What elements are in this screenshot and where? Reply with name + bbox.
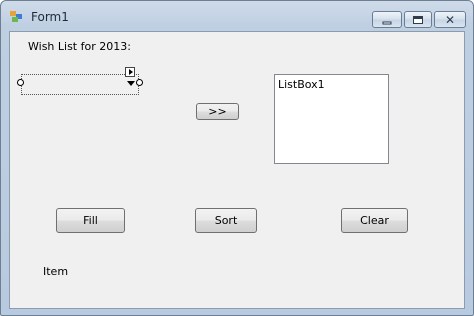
minimize-button[interactable]	[372, 11, 402, 28]
title-bar[interactable]: Form1 ✕	[1, 1, 473, 31]
minimize-icon	[382, 21, 392, 24]
app-icon	[10, 11, 24, 23]
sort-button[interactable]: Sort	[195, 208, 257, 233]
close-button[interactable]: ✕	[434, 11, 466, 28]
smart-tag-arrow-icon[interactable]	[125, 67, 135, 77]
wish-listbox[interactable]: ListBox1	[274, 74, 389, 164]
wish-combobox[interactable]	[21, 74, 139, 95]
maximize-button[interactable]	[404, 11, 432, 28]
chevron-down-icon[interactable]	[127, 81, 135, 86]
maximize-icon	[413, 15, 423, 24]
wish-list-heading: Wish List for 2013:	[28, 40, 131, 53]
add-to-list-button[interactable]: >>	[196, 103, 239, 120]
resize-handle-left[interactable]	[17, 79, 24, 86]
clear-button[interactable]: Clear	[341, 208, 408, 233]
window-title: Form1	[31, 10, 69, 24]
item-label: Item	[43, 265, 69, 278]
form-client-area: Wish List for 2013: >> ListBox1 Fill Sor…	[9, 31, 465, 309]
form-window: Form1 ✕ Wish List for 2013: >> ListBox1 …	[0, 0, 474, 316]
fill-button[interactable]: Fill	[56, 208, 125, 233]
close-icon: ✕	[444, 12, 456, 27]
listbox-item[interactable]: ListBox1	[278, 78, 325, 91]
resize-handle-right[interactable]	[136, 79, 143, 86]
